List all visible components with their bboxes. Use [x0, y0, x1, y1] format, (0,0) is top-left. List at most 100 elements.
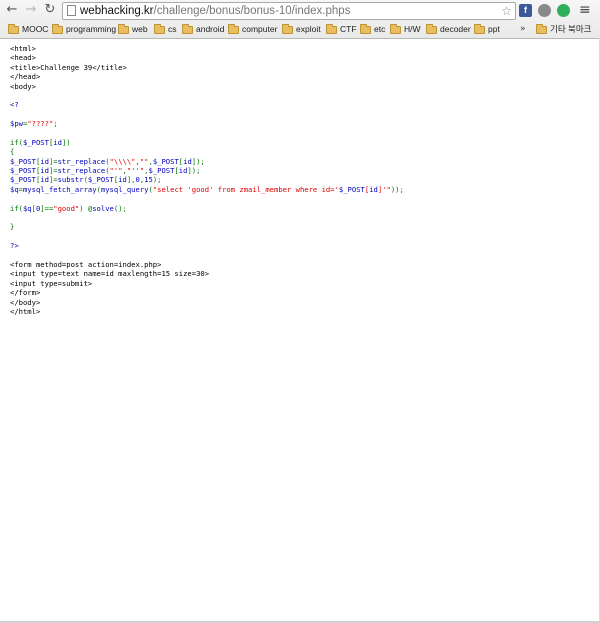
- other-bookmarks-label: 기타 북마크: [550, 24, 592, 34]
- code-line: if($_POST[id]): [10, 138, 590, 147]
- code-line: </form>: [10, 288, 590, 297]
- code-token: <?: [10, 100, 19, 110]
- folder-icon: [536, 23, 547, 34]
- code-line: ?>: [10, 241, 590, 250]
- code-line: $pw="????";: [10, 119, 590, 128]
- code-token: <head>: [10, 53, 36, 63]
- code-token: $pw: [10, 119, 23, 129]
- other-bookmarks-folder[interactable]: 기타 북마크: [536, 22, 591, 36]
- bookmark-folder-ctf[interactable]: CTF: [326, 22, 357, 36]
- folder-icon: [8, 23, 19, 34]
- code-token: ]=: [48, 166, 58, 176]
- code-token: ;: [53, 119, 58, 129]
- bookmark-folder-etc[interactable]: etc: [360, 22, 385, 36]
- code-line: <?: [10, 100, 590, 109]
- code-token: $_POST: [10, 175, 36, 185]
- folder-icon: [52, 23, 63, 34]
- code-token: "good": [53, 203, 80, 213]
- php-source-listing: <html> <head> <title>Challenge 39</title> <…: [10, 44, 590, 316]
- code-line: $_POST[id]=str_replace("\\\\","",$_POST[…: [10, 157, 590, 166]
- bookmark-folder-programming[interactable]: programming: [52, 22, 116, 36]
- code-token: ],: [126, 175, 136, 185]
- address-bar[interactable]: webhacking.kr/challenge/bonus/bonus-10/i…: [62, 2, 516, 20]
- navigation-bar: ← → ↻ webhacking.kr/challenge/bonus/bonu…: [0, 0, 600, 21]
- code-token: id: [118, 175, 127, 185]
- folder-icon: [118, 23, 129, 34]
- green-circle-extension-icon[interactable]: [557, 4, 570, 17]
- code-token: ();: [113, 203, 127, 213]
- code-line: $_POST[id]=substr($_POST[id],0,15);: [10, 175, 590, 184]
- bookmark-folder-h-w[interactable]: H/W: [390, 22, 421, 36]
- code-token: $_POST: [148, 166, 175, 176]
- code-token: );: [152, 175, 162, 185]
- code-token: solve: [92, 203, 114, 213]
- code-token: mysql_query: [100, 184, 149, 194]
- bookmark-label: web: [132, 24, 148, 34]
- bookmark-label: programming: [66, 24, 117, 34]
- code-line: </body>: [10, 298, 590, 307]
- folder-icon: [154, 23, 165, 34]
- code-token: if(: [10, 203, 23, 213]
- code-token: $q: [22, 203, 32, 213]
- bookmark-folder-web[interactable]: web: [118, 22, 148, 36]
- code-token: </body>: [10, 297, 41, 307]
- code-line: <html>: [10, 44, 590, 53]
- code-token: <title>Challenge 39</title>: [10, 62, 127, 72]
- folder-icon: [326, 23, 337, 34]
- code-token: ]): [61, 137, 71, 147]
- code-token: str_replace: [57, 166, 106, 176]
- back-button[interactable]: ←: [4, 2, 20, 18]
- code-token: 15: [144, 175, 153, 185]
- code-line: $q=mysql_fetch_array(mysql_query("select…: [10, 185, 590, 194]
- bookmarks-overflow-button[interactable]: »: [520, 22, 526, 36]
- code-token: ));: [390, 184, 404, 194]
- bookmark-label: etc: [374, 24, 386, 34]
- bookmark-star-icon[interactable]: ☆: [501, 3, 512, 19]
- bookmark-folder-computer[interactable]: computer: [228, 22, 277, 36]
- forward-button[interactable]: →: [23, 2, 39, 18]
- folder-icon: [360, 23, 371, 34]
- code-token: ]=: [48, 175, 58, 185]
- code-token: id: [53, 137, 62, 147]
- bookmark-folder-decoder[interactable]: decoder: [426, 22, 471, 36]
- shield-extension-icon[interactable]: [538, 4, 551, 17]
- folder-icon: [474, 23, 485, 34]
- code-token: <input type=text name=id maxlength=15 si…: [10, 269, 210, 279]
- code-token: $_POST: [152, 156, 179, 166]
- page-icon: [67, 5, 76, 16]
- reload-button[interactable]: ↻: [42, 2, 58, 18]
- code-token: ) @: [79, 203, 93, 213]
- code-line: {: [10, 147, 590, 156]
- code-token: id: [369, 184, 378, 194]
- code-token: if(: [10, 137, 23, 147]
- bookmark-folder-android[interactable]: android: [182, 22, 224, 36]
- code-token: "select 'good' from zmail_member where i…: [152, 184, 339, 194]
- code-token: "\\\\": [109, 156, 136, 166]
- menu-icon[interactable]: ≡: [579, 3, 591, 17]
- bookmark-label: cs: [168, 24, 177, 34]
- bookmark-folder-mooc[interactable]: MOOC: [8, 22, 48, 36]
- bookmark-folder-exploit[interactable]: exploit: [282, 22, 321, 36]
- code-line: <input type=submit>: [10, 279, 590, 288]
- code-line: <head>: [10, 53, 590, 62]
- bookmark-label: H/W: [404, 24, 421, 34]
- facebook-icon[interactable]: f: [519, 4, 532, 17]
- bookmark-label: computer: [242, 24, 278, 34]
- bookmark-folder-ppt[interactable]: ppt: [474, 22, 500, 36]
- code-line: <body>: [10, 82, 590, 91]
- code-token: $_POST: [10, 166, 36, 176]
- url-path: /challenge/bonus/bonus-10/index.phps: [153, 5, 351, 17]
- bookmarks-bar: ppt decoder H/W etc CTF exploit computer androi…: [0, 21, 600, 37]
- code-token: {: [10, 147, 15, 157]
- folder-icon: [282, 23, 293, 34]
- code-token: id: [40, 175, 49, 185]
- code-token: substr: [57, 175, 84, 185]
- bookmark-label: MOOC: [22, 24, 49, 34]
- bookmark-folder-cs[interactable]: cs: [154, 22, 177, 36]
- code-token: "": [139, 156, 149, 166]
- bookmark-label: android: [196, 24, 225, 34]
